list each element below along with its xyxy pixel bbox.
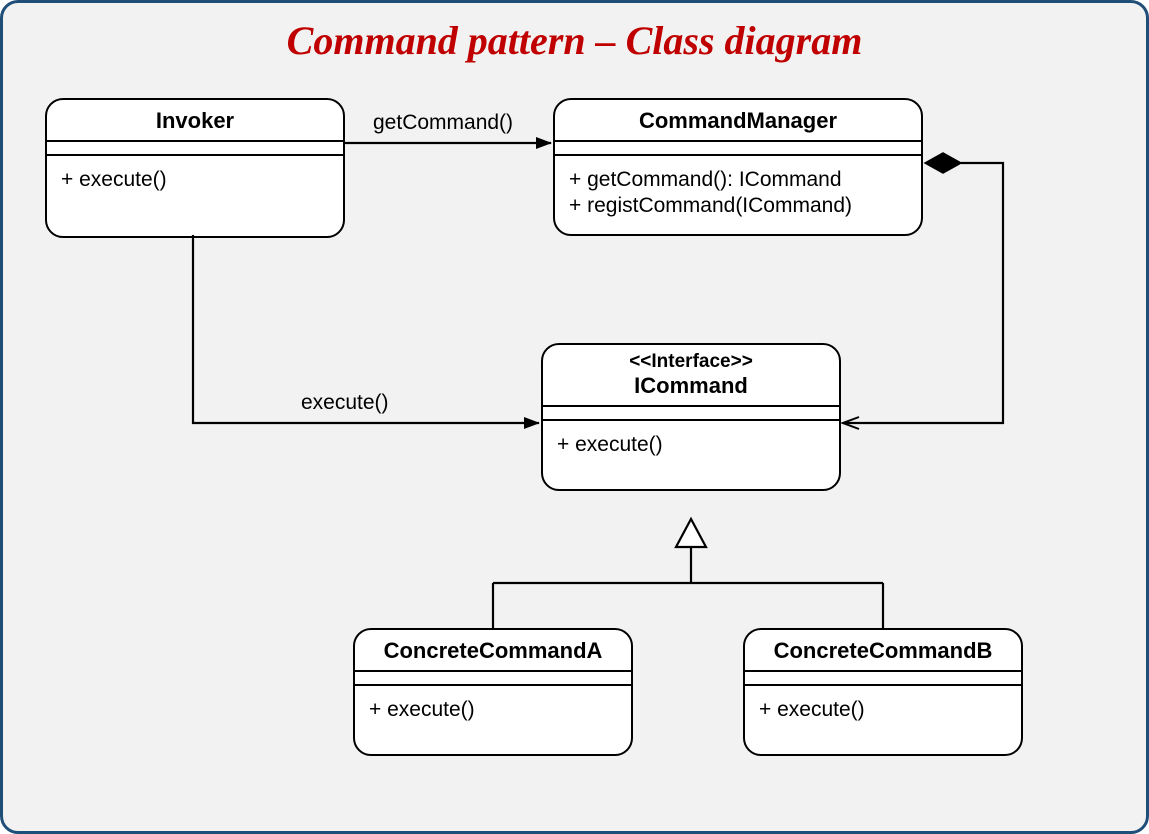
method: + registCommand(ICommand) [569,194,907,218]
class-command-manager-methods: + getCommand(): ICommand + registCommand… [555,156,921,234]
class-concrete-a-methods: + execute() [355,686,631,754]
method: + execute() [557,433,825,457]
class-invoker: Invoker + execute() [45,98,345,238]
diagram-frame: Command pattern – Class diagram Invoker … [0,0,1149,834]
class-invoker-methods: + execute() [47,156,343,236]
class-icommand-attrs [543,407,839,421]
class-concrete-a-attrs [355,672,631,686]
class-concrete-b-name: ConcreteCommandB [745,630,1021,672]
class-icommand-stereotype: <<Interface>> [543,345,839,373]
class-icommand-name: ICommand [543,373,839,407]
class-concrete-b-attrs [745,672,1021,686]
class-command-manager-name: CommandManager [555,100,921,142]
method: + execute() [369,698,617,722]
class-concrete-a-name: ConcreteCommandA [355,630,631,672]
class-icommand: <<Interface>> ICommand + execute() [541,343,841,491]
method: + getCommand(): ICommand [569,168,907,192]
class-concrete-b-methods: + execute() [745,686,1021,754]
class-command-manager: CommandManager + getCommand(): ICommand … [553,98,923,236]
edge-label-execute: execute() [301,391,389,415]
class-invoker-name: Invoker [47,100,343,142]
method: + execute() [61,168,329,192]
class-icommand-methods: + execute() [543,421,839,489]
class-concrete-a: ConcreteCommandA + execute() [353,628,633,756]
class-invoker-attrs [47,142,343,156]
edge-label-getcommand: getCommand() [373,111,513,135]
method: + execute() [759,698,1007,722]
diagram-title: Command pattern – Class diagram [3,17,1146,64]
class-command-manager-attrs [555,142,921,156]
class-concrete-b: ConcreteCommandB + execute() [743,628,1023,756]
